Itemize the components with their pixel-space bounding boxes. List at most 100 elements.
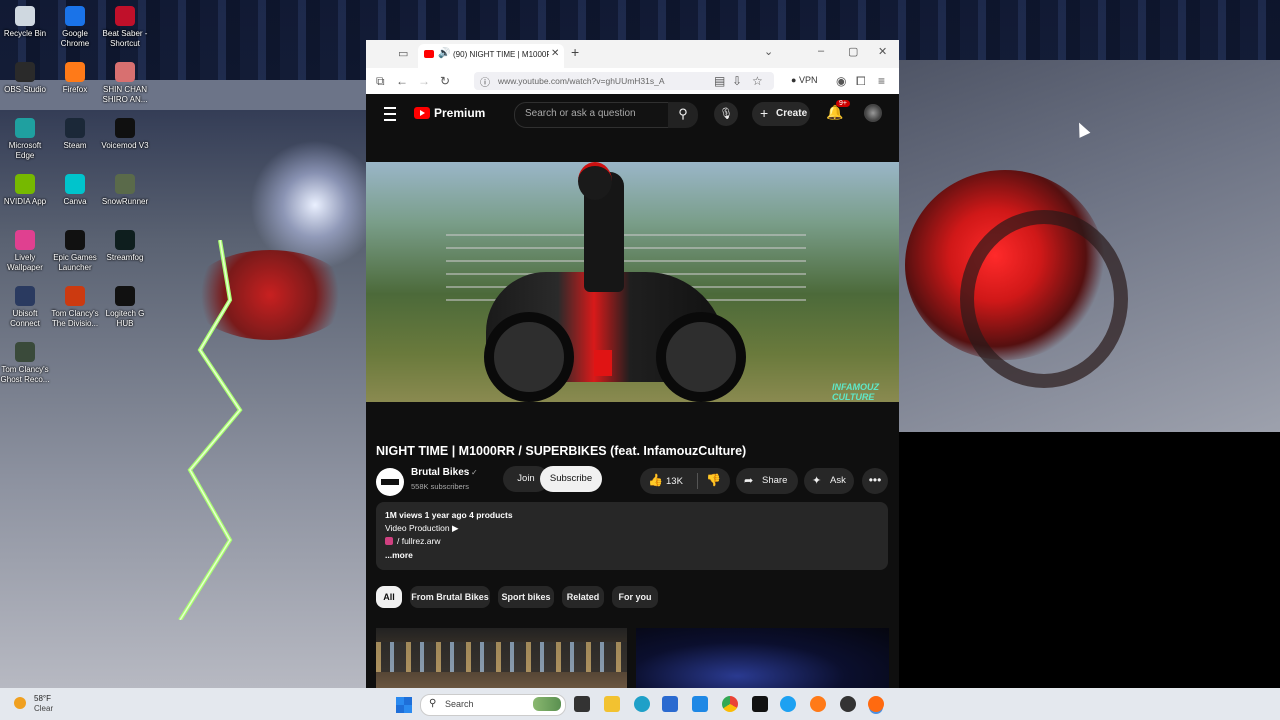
desktop-icon[interactable]: Streamfog (100, 230, 150, 263)
vpn-label: VPN (798, 75, 818, 85)
chevron-down-icon[interactable]: ⌄ (764, 45, 773, 58)
tab-youtube[interactable]: 🔊 (90) NIGHT TIME | M1000RR ✕ (418, 44, 564, 68)
ask-button[interactable]: ✦ Ask (804, 468, 854, 494)
site-info-icon[interactable]: ⓘ (480, 74, 490, 89)
more-actions-icon[interactable]: ••• (862, 468, 888, 494)
bookmark-star-icon[interactable]: ☆ (752, 74, 763, 88)
show-more-link[interactable]: ...more (385, 550, 413, 560)
task-view-icon[interactable] (574, 696, 590, 712)
desktop-icon[interactable]: Epic Games Launcher (50, 230, 100, 273)
avatar[interactable] (864, 104, 882, 122)
video-description[interactable]: 1M views 1 year ago 4 products Video Pro… (376, 502, 888, 570)
nav-bar: ⧉ ← → ↻ ⓘ www.youtube.com/watch?v=ghUUmH… (366, 68, 899, 94)
weather-condition[interactable]: Clear (34, 704, 53, 713)
channel-avatar[interactable] (376, 468, 404, 496)
search-icon: ⚲ (429, 698, 437, 709)
app-icon (115, 174, 135, 194)
like-count[interactable]: 13K (666, 476, 683, 487)
search-icon[interactable]: ⚲ (668, 102, 698, 128)
edge-icon[interactable] (634, 696, 650, 712)
chip-all[interactable]: All (376, 586, 402, 608)
save-icon[interactable]: ⇩ (732, 74, 742, 88)
channel-name[interactable]: Brutal Bikes (411, 467, 469, 478)
forward-button[interactable]: → (418, 74, 430, 88)
video-rear-wheel (484, 312, 574, 402)
sidebar-icon[interactable]: ⧉ (376, 74, 385, 89)
account-icon[interactable]: ◉ (836, 74, 846, 88)
address-bar[interactable]: ⓘ www.youtube.com/watch?v=ghUUmH31s_A (474, 72, 774, 90)
reload-button[interactable]: ↻ (440, 74, 450, 88)
chip-from-brutal-bikes[interactable]: From Brutal Bikes (410, 586, 490, 608)
taskbar-search[interactable]: ⚲ Search (420, 694, 566, 716)
youtube-brand[interactable]: Premium (434, 106, 485, 120)
dislike-icon[interactable]: 👎 (706, 473, 721, 487)
vpn-button[interactable]: ● VPN (791, 75, 817, 85)
desktop-icon[interactable]: Ubisoft Connect (0, 286, 50, 329)
firefox-icon[interactable] (810, 696, 826, 712)
recommended-thumbnail[interactable] (376, 628, 627, 688)
create-button[interactable]: + Create (752, 102, 810, 126)
desktop-icon-label: SHIN CHAN SHIRO AN... (102, 85, 148, 104)
search-placeholder: Search or ask a question (525, 108, 636, 119)
weather-temperature[interactable]: 58°F (34, 694, 51, 703)
desktop-icon[interactable]: Microsoft Edge (0, 118, 50, 161)
description-link-text: / fullrez.arw (397, 536, 441, 546)
obs-icon[interactable] (840, 696, 856, 712)
store-icon[interactable] (662, 696, 678, 712)
desktop-icon[interactable]: Steam (50, 118, 100, 151)
weather-moon-icon[interactable] (14, 697, 26, 709)
desktop-icon[interactable]: Voicemod V3 (100, 118, 150, 151)
subscribe-button[interactable]: Subscribe (540, 466, 602, 492)
desktop-icon[interactable]: Lively Wallpaper (0, 230, 50, 273)
description-link[interactable]: / fullrez.arw (385, 536, 440, 546)
chrome-icon[interactable] (722, 696, 738, 712)
desktop-icon[interactable]: Tom Clancy's Ghost Reco... (0, 342, 50, 385)
wallpaper-tail-ring (960, 210, 1128, 388)
like-dislike-group: 👍 13K 👎 (640, 468, 730, 494)
new-tab-button[interactable]: + (571, 44, 579, 60)
desktop-icon[interactable]: Recycle Bin (0, 6, 50, 39)
recommended-thumbnail[interactable] (636, 628, 889, 688)
tab-manager-icon[interactable]: ▭ (398, 47, 410, 60)
desktop-icon[interactable]: Beat Saber - Shortcut (100, 6, 150, 49)
notification-badge: 9+ (836, 100, 850, 107)
app-icon[interactable] (780, 696, 796, 712)
speaker-icon[interactable]: 🔊 (438, 48, 450, 59)
start-button[interactable] (396, 697, 412, 713)
desktop-icon-label: Tom Clancy's The Divisio... (51, 309, 99, 328)
desktop-icon[interactable]: NVIDIA App (0, 174, 50, 207)
like-icon[interactable]: 👍 (648, 473, 663, 487)
file-explorer-icon[interactable] (604, 696, 620, 712)
epic-games-icon[interactable] (752, 696, 768, 712)
desktop-icon[interactable]: Canva (50, 174, 100, 207)
firefox-active-icon[interactable] (868, 696, 884, 712)
hamburger-menu-icon[interactable] (384, 107, 396, 121)
desktop-icon[interactable]: SHIN CHAN SHIRO AN... (100, 62, 150, 105)
chip-sport-bikes[interactable]: Sport bikes (498, 586, 554, 608)
desktop-icon[interactable]: Google Chrome (50, 6, 100, 49)
microphone-icon[interactable]: 🎙 (714, 102, 738, 126)
outlook-icon[interactable] (692, 696, 708, 712)
desktop-icon[interactable]: Logitech G HUB (100, 286, 150, 329)
app-icon (65, 230, 85, 250)
close-window-button[interactable]: ✕ (878, 45, 887, 58)
chip-related[interactable]: Related (562, 586, 604, 608)
desktop-icon[interactable]: Tom Clancy's The Divisio... (50, 286, 100, 329)
back-button[interactable]: ← (396, 74, 408, 88)
desktop-icon-label: Google Chrome (60, 29, 90, 48)
close-tab-icon[interactable]: ✕ (551, 48, 559, 59)
share-button[interactable]: ➦ Share (736, 468, 798, 494)
desktop-icon[interactable]: Firefox (50, 62, 100, 95)
extensions-icon[interactable]: ⧠ (856, 74, 866, 89)
minimize-button[interactable]: – (818, 45, 824, 57)
menu-icon[interactable]: ≡ (878, 74, 885, 88)
chip-for-you[interactable]: For you (612, 586, 658, 608)
maximize-button[interactable]: ▢ (848, 45, 858, 58)
reader-view-icon[interactable]: ▤ (714, 74, 725, 88)
tab-bar: ▭ 🔊 (90) NIGHT TIME | M1000RR ✕ + ⌄ – ▢ … (366, 40, 899, 68)
desktop-icon[interactable]: OBS Studio (0, 62, 50, 95)
search-input[interactable]: Search or ask a question (514, 102, 670, 128)
youtube-logo-icon[interactable] (414, 107, 430, 119)
video-player[interactable]: INFAMOUZ CULTURE (366, 162, 899, 402)
desktop-icon[interactable]: SnowRunner (100, 174, 150, 207)
